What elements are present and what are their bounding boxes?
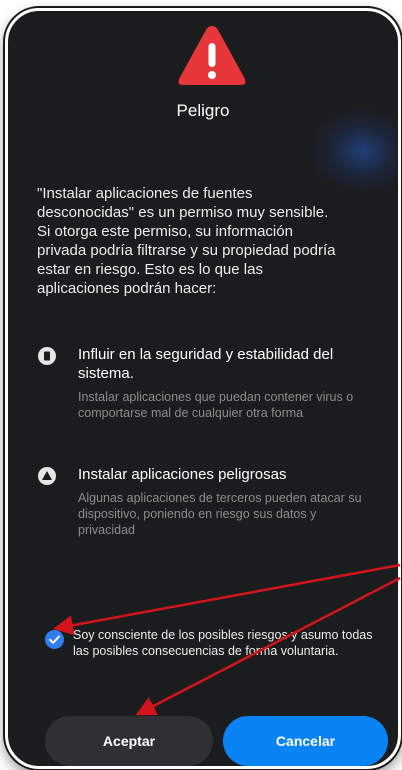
warning-icon <box>38 467 56 485</box>
warning-triangle-icon <box>178 26 246 85</box>
phone-screen: Peligro "Instalar aplicaciones de fuente… <box>5 8 401 769</box>
consent-checkbox[interactable] <box>45 630 64 649</box>
consent-label: Soy consciente de los posibles riesgos y… <box>73 628 373 658</box>
cancel-button[interactable]: Cancelar <box>223 716 388 766</box>
checkmark-icon <box>49 635 60 644</box>
phone-icon <box>38 347 56 365</box>
permission-description: Algunas aplicaciones de terceros pueden … <box>78 491 362 537</box>
accept-button[interactable]: Aceptar <box>45 716 213 766</box>
dialog-intro-text: "Instalar aplicaciones de fuentes descon… <box>37 185 336 297</box>
permission-title: Instalar aplicaciones peligrosas <box>78 466 287 483</box>
permission-description: Instalar aplicaciones que puedan contene… <box>78 390 354 420</box>
dialog-title: Peligro <box>176 101 230 120</box>
permission-title: Influir en la seguridad y estabilidad de… <box>78 346 334 382</box>
